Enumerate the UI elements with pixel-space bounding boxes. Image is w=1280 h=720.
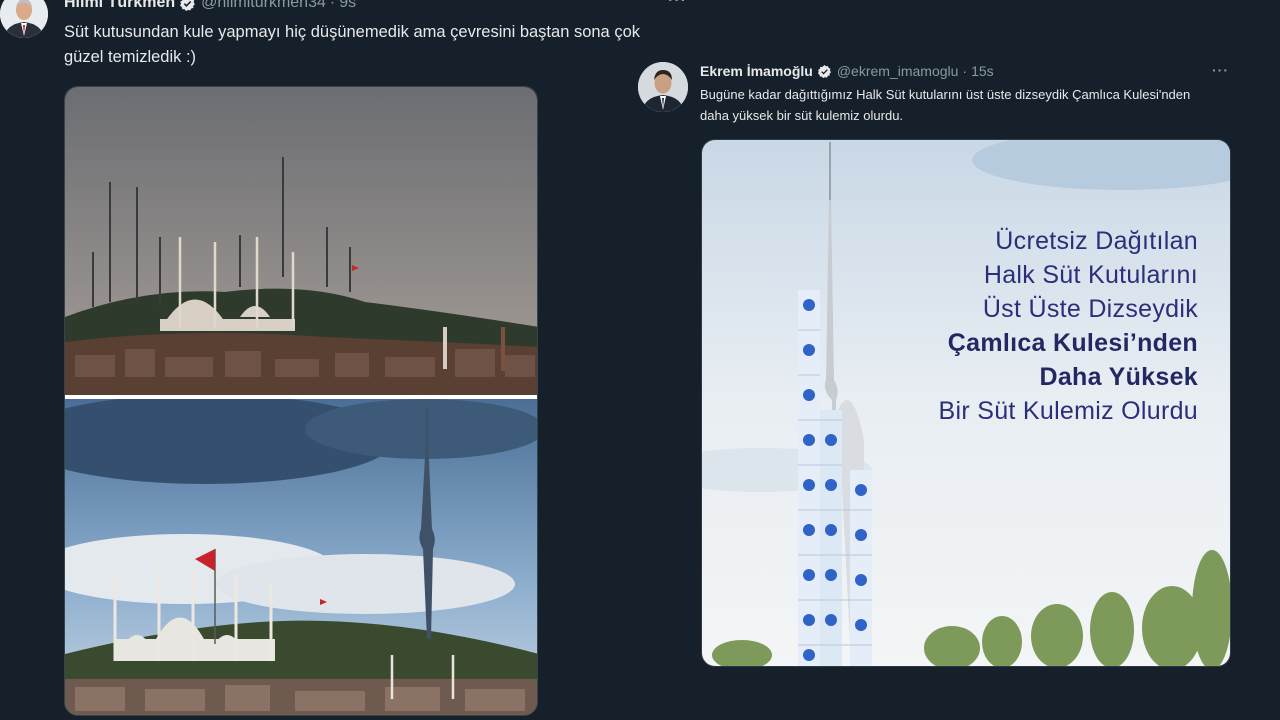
tweet-ekrem-imamoglu[interactable]: Ekrem İmamoğlu @ekrem_imamoglu · 15s ···… (0, 0, 1280, 720)
tweet-time[interactable]: 15s (971, 63, 994, 79)
promo-line-bold: Daha Yüksek (1039, 363, 1198, 391)
promo-line: Üst Üste Dizseydik (982, 295, 1198, 323)
verified-badge-icon (817, 64, 832, 79)
avatar[interactable] (638, 62, 688, 112)
more-options-icon[interactable]: ··· (1212, 62, 1229, 78)
avatar-portrait-icon (638, 62, 688, 112)
tweet-media[interactable]: Ücretsiz Dağıtılan Halk Süt Kutularını Ü… (701, 139, 1231, 667)
promo-line: Halk Süt Kutularını (983, 261, 1198, 289)
separator-dot: · (962, 63, 968, 79)
author-name[interactable]: Ekrem İmamoğlu (700, 63, 813, 79)
tweet-text: Bugüne kadar dağıttığımız Halk Süt kutul… (700, 87, 1191, 123)
promo-text: Ücretsiz Dağıtılan Halk Süt Kutularını Ü… (939, 224, 1198, 428)
promo-line: Ücretsiz Dağıtılan (995, 227, 1198, 255)
promo-line: Bir Süt Kulemiz Olurdu (938, 397, 1198, 425)
promo-line-bold: Çamlıca Kulesi’nden (947, 329, 1198, 357)
author-handle[interactable]: @ekrem_imamoglu (837, 63, 959, 79)
